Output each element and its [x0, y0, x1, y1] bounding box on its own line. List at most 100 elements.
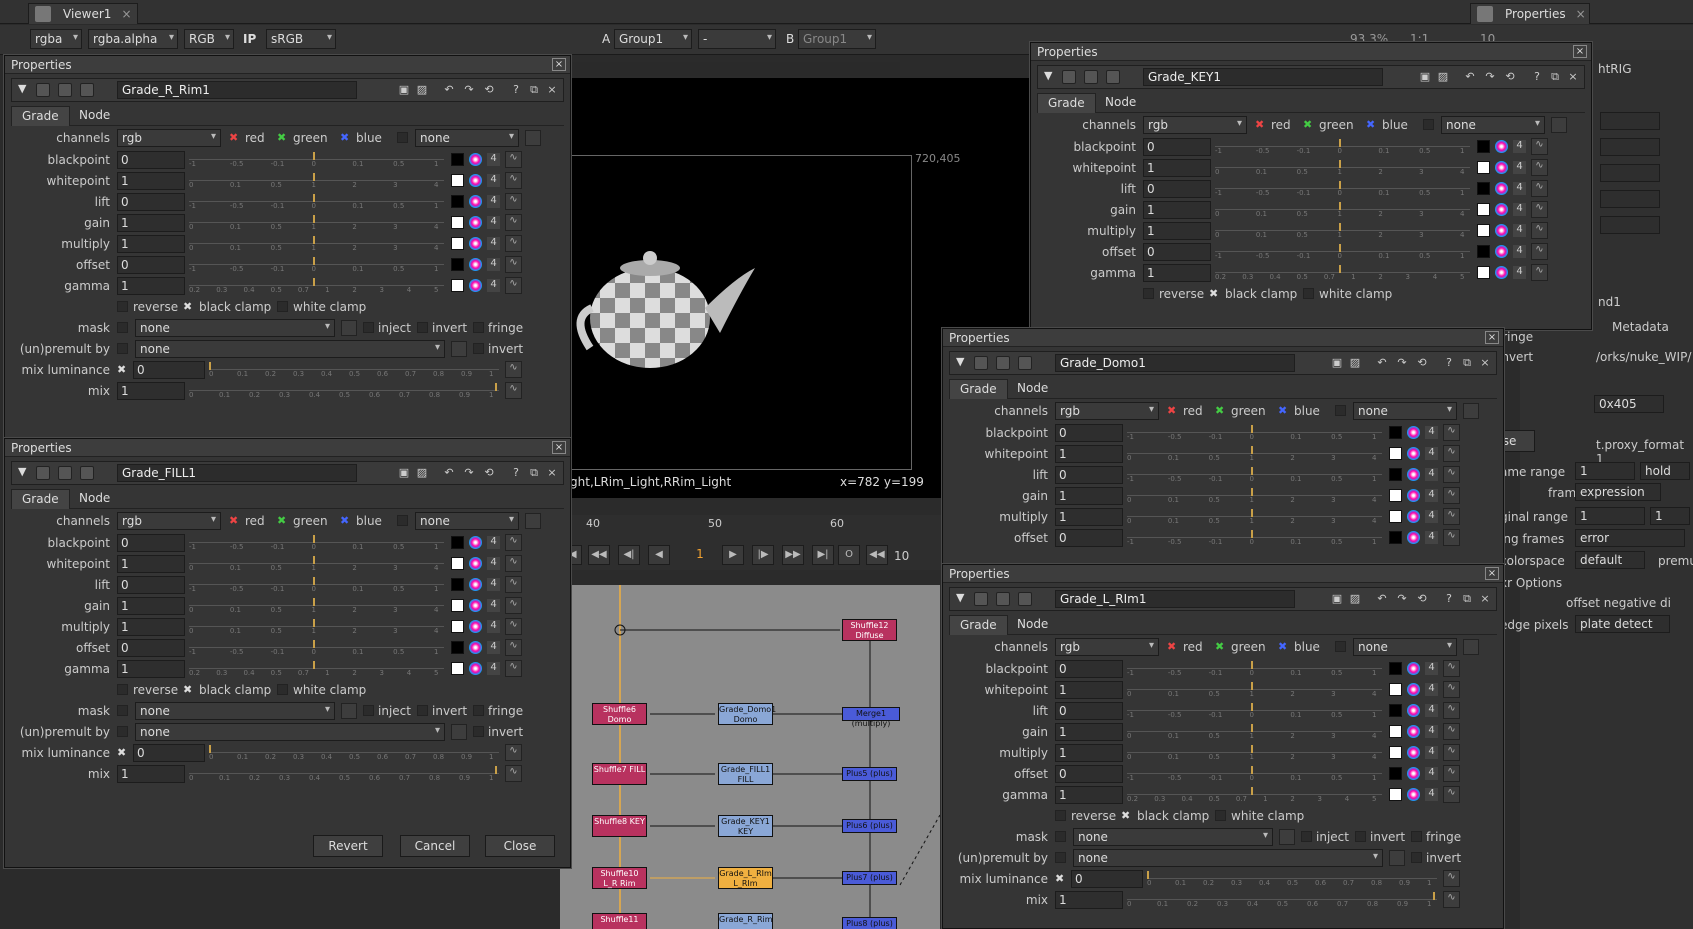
channels-dropdown[interactable]: rgb: [117, 129, 221, 147]
gain-field[interactable]: 1: [117, 214, 185, 232]
link-icon[interactable]: [525, 513, 541, 529]
slider-handle[interactable]: [495, 383, 497, 391]
revert-button[interactable]: Revert: [313, 835, 383, 857]
animation-curve-icon[interactable]: ∿: [1531, 201, 1548, 218]
help-icon[interactable]: ?: [509, 466, 523, 480]
lift-slider[interactable]: -1 -0.5 -0.1 0 0.1 0.5 1: [189, 194, 444, 210]
mix-slider[interactable]: 0 0.1 0.2 0.3 0.4 0.5 0.6 0.7 0.8 0.9 1: [189, 383, 499, 399]
unpremult-checkbox[interactable]: [1055, 852, 1066, 863]
redo-icon[interactable]: ↷: [1483, 70, 1497, 84]
offset-field[interactable]: 0: [117, 256, 185, 274]
undo-icon[interactable]: ↶: [442, 466, 456, 480]
slider-handle[interactable]: [313, 194, 315, 202]
panel-titlebar[interactable]: Properties ×: [943, 565, 1503, 583]
animation-curve-icon[interactable]: ∿: [1443, 466, 1460, 483]
red-checkbox[interactable]: ✖: [1167, 640, 1176, 653]
color-wheel-icon[interactable]: [469, 641, 482, 654]
undo-icon[interactable]: ↶: [442, 83, 456, 97]
color-swatch[interactable]: [1477, 182, 1490, 195]
color-swatch[interactable]: [1389, 447, 1402, 460]
color-wheel-icon[interactable]: [469, 237, 482, 250]
node-name-field[interactable]: Grade_Domo1: [1055, 354, 1295, 372]
blackpoint-slider[interactable]: -1 -0.5 -0.1 0 0.1 0.5 1: [1127, 661, 1382, 677]
close-icon[interactable]: ×: [1478, 592, 1492, 606]
node-grade-fill1[interactable]: Grade_FILL1 FILL: [718, 763, 773, 785]
slider-handle[interactable]: [313, 556, 315, 564]
offset-slider[interactable]: -1 -0.5 -0.1 0 0.1 0.5 1: [189, 640, 444, 656]
gain-slider[interactable]: 0 0.1 0.5 1 2 3 4: [1127, 488, 1382, 504]
channel-split-button[interactable]: 4: [1425, 746, 1438, 759]
link-icon[interactable]: [341, 320, 357, 336]
color-wheel-icon[interactable]: [469, 578, 482, 591]
alpha-channel-dropdown[interactable]: none: [1353, 402, 1457, 420]
animation-curve-icon[interactable]: ∿: [505, 256, 522, 273]
node-shuffle7[interactable]: Shuffle7 FILL: [592, 763, 647, 785]
channel-split-button[interactable]: 4: [1425, 788, 1438, 801]
a-input-dropdown[interactable]: Group1: [614, 29, 692, 49]
offset-field[interactable]: 0: [117, 639, 185, 657]
tab-grade[interactable]: Grade: [1037, 93, 1096, 113]
center-icon[interactable]: [36, 83, 50, 97]
gain-slider[interactable]: 0 0.1 0.5 1 2 3 4: [1215, 202, 1470, 218]
mask-dropdown[interactable]: none: [135, 319, 335, 337]
offset-field[interactable]: 0: [1143, 243, 1211, 261]
mix-field[interactable]: 1: [117, 382, 185, 400]
unpremult-dropdown[interactable]: none: [135, 723, 445, 741]
slider-handle[interactable]: [1251, 446, 1253, 454]
green-checkbox[interactable]: ✖: [277, 131, 286, 144]
mix-field[interactable]: 1: [1055, 891, 1123, 909]
slider-handle[interactable]: [209, 745, 211, 753]
channel-split-button[interactable]: 4: [1513, 245, 1526, 258]
channel-split-button[interactable]: 4: [487, 599, 500, 612]
whitepoint-field[interactable]: 1: [117, 172, 185, 190]
lift-field[interactable]: 0: [1143, 180, 1211, 198]
multiply-field[interactable]: 1: [117, 618, 185, 636]
close-icon[interactable]: ×: [545, 466, 559, 480]
color-swatch[interactable]: [451, 536, 464, 549]
color-swatch[interactable]: [1389, 468, 1402, 481]
gain-field[interactable]: 1: [1055, 487, 1123, 505]
slider-handle[interactable]: [1251, 530, 1253, 538]
close-icon[interactable]: ×: [1485, 567, 1499, 580]
slider-handle[interactable]: [313, 535, 315, 543]
lift-field[interactable]: 0: [1055, 466, 1123, 484]
lock-icon[interactable]: [58, 83, 72, 97]
color-swatch[interactable]: [451, 237, 464, 250]
gain-slider[interactable]: 0 0.1 0.5 1 2 3 4: [189, 598, 444, 614]
mix-luminance-field[interactable]: 0: [1071, 870, 1143, 888]
lift-slider[interactable]: -1 -0.5 -0.1 0 0.1 0.5 1: [189, 577, 444, 593]
offset-slider[interactable]: -1 -0.5 -0.1 0 0.1 0.5 1: [1215, 244, 1470, 260]
unpremult-checkbox[interactable]: [117, 343, 128, 354]
color-swatch[interactable]: [1477, 161, 1490, 174]
color-swatch[interactable]: [451, 279, 464, 292]
color-swatch[interactable]: [1389, 767, 1402, 780]
animation-curve-icon[interactable]: ∿: [1443, 786, 1460, 803]
gamma-slider[interactable]: 0.2 0.3 0.4 0.5 0.7 1 2 3 4 5: [1127, 787, 1382, 803]
slider-handle[interactable]: [1251, 682, 1253, 690]
channel-split-button[interactable]: 4: [487, 662, 500, 675]
mix-luminance-field[interactable]: 0: [133, 361, 205, 379]
slider-handle[interactable]: [1251, 745, 1253, 753]
alpha-channel-dropdown[interactable]: none: [1441, 116, 1545, 134]
invert-checkbox[interactable]: [417, 322, 428, 333]
mix-luminance-slider[interactable]: 0 0.1 0.2 0.3 0.4 0.5 0.6 0.7 0.8 0.9 1: [1147, 871, 1437, 887]
color-swatch[interactable]: [451, 195, 464, 208]
animation-curve-icon[interactable]: ∿: [505, 660, 522, 677]
blue-checkbox[interactable]: ✖: [340, 131, 349, 144]
whitepoint-slider[interactable]: 0 0.1 0.5 1 2 3 4: [1127, 682, 1382, 698]
step-field[interactable]: 10: [894, 549, 909, 563]
animation-curve-icon[interactable]: ∿: [505, 382, 522, 399]
animation-curve-icon[interactable]: ∿: [1443, 891, 1460, 908]
color-wheel-icon[interactable]: [469, 279, 482, 292]
animation-curve-icon[interactable]: ∿: [1443, 529, 1460, 546]
unpremult-dropdown[interactable]: none: [135, 340, 445, 358]
mask-checkbox[interactable]: [117, 322, 128, 333]
pin-icon[interactable]: [80, 466, 94, 480]
color-wheel-icon[interactable]: [469, 258, 482, 271]
color-dropdown[interactable]: RGB: [184, 29, 234, 49]
undo-icon[interactable]: ↶: [1375, 592, 1389, 606]
pin-icon[interactable]: [80, 83, 94, 97]
color-wheel-icon[interactable]: [469, 620, 482, 633]
link-icon[interactable]: [1463, 639, 1479, 655]
channel-split-button[interactable]: 4: [1425, 704, 1438, 717]
